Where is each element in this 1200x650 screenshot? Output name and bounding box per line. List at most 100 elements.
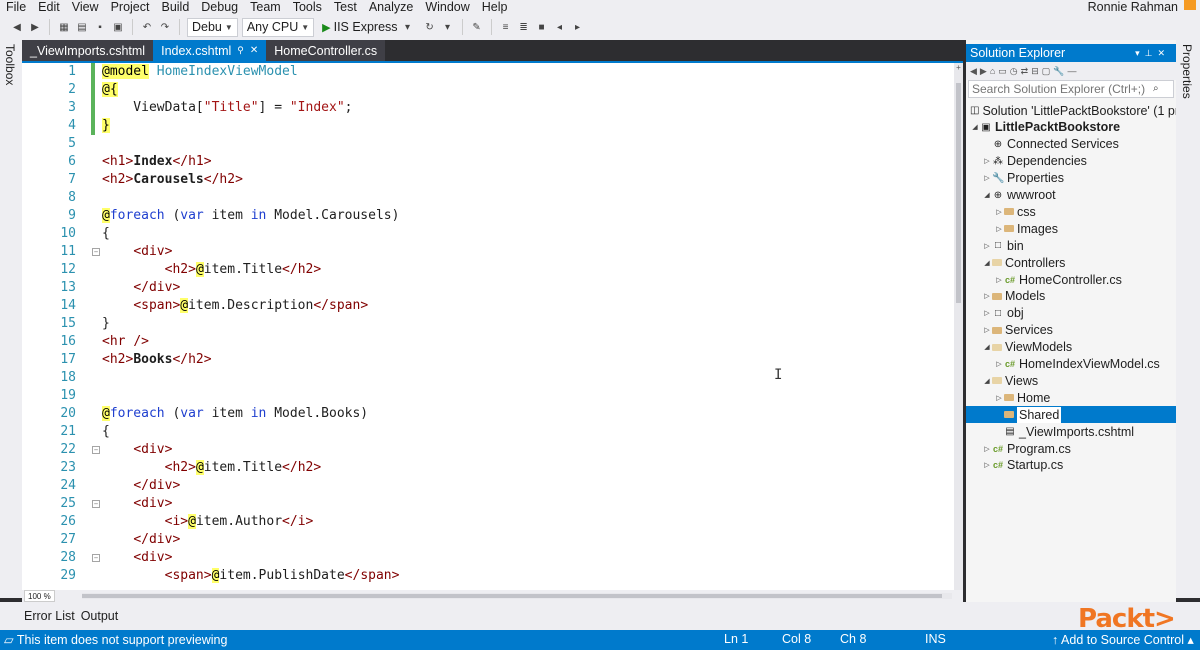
collapse-icon[interactable]: − <box>92 446 100 454</box>
code-line[interactable]: 1 @model HomeIndexViewModel <box>22 63 954 81</box>
tree-item-homecontroller-cs[interactable]: ▷ c# HomeController.cs <box>966 271 1176 288</box>
collapsed-icon[interactable]: ▷ <box>982 445 992 453</box>
solution-explorer-title[interactable]: Solution Explorer ▾⊥✕ <box>966 44 1176 62</box>
show-all-files-icon[interactable]: ▢ <box>1042 66 1051 77</box>
forward-icon[interactable]: ▶ <box>980 66 987 77</box>
code-line[interactable]: 29 <span>@item.PublishDate</span> <box>22 567 954 585</box>
redo-icon[interactable]: ↷ <box>158 20 172 34</box>
menu-analyze[interactable]: Analyze <box>363 0 419 14</box>
tree-item-models[interactable]: ▷ Models <box>966 288 1176 305</box>
home-icon[interactable]: ⌂ <box>990 66 995 76</box>
menu-help[interactable]: Help <box>476 0 514 14</box>
collapsed-icon[interactable]: ▷ <box>994 394 1004 402</box>
collapsed-icon[interactable]: ▷ <box>982 326 992 334</box>
code-line[interactable]: 26 <i>@item.Author</i> <box>22 513 954 531</box>
collapsed-icon[interactable]: ▷ <box>994 276 1004 284</box>
horizontal-scrollbar-thumb[interactable] <box>82 594 942 598</box>
history-icon[interactable]: ◷ <box>1010 66 1018 77</box>
zoom-level-select[interactable]: 100 % <box>24 590 55 602</box>
tree-item-services[interactable]: ▷ Services <box>966 322 1176 339</box>
tree-item-controllers[interactable]: ◢ Controllers <box>966 254 1176 271</box>
chevron-down-icon[interactable]: ▾ <box>441 20 455 34</box>
vertical-scrollbar[interactable] <box>954 63 963 590</box>
tree-item-views[interactable]: ◢ Views <box>966 372 1176 389</box>
collapsed-icon[interactable]: ▷ <box>982 461 992 469</box>
open-file-icon[interactable]: ▤ <box>75 20 89 34</box>
tree-item-obj[interactable]: ▷ □ obj <box>966 305 1176 322</box>
save-all-icon[interactable]: ▣ <box>111 20 125 34</box>
code-line[interactable]: 21 { <box>22 423 954 441</box>
pin-icon[interactable]: ⊥ <box>1145 48 1158 58</box>
code-line[interactable]: 5 <box>22 135 954 153</box>
code-line[interactable]: 13 </div> <box>22 279 954 297</box>
tab-viewimports[interactable]: _ViewImports.cshtml <box>22 40 154 61</box>
code-line[interactable]: 27 </div> <box>22 531 954 549</box>
code-line[interactable]: 4} <box>22 117 954 135</box>
expanded-icon[interactable]: ◢ <box>982 259 992 267</box>
tree-item-dependencies[interactable]: ▷ ⁂ Dependencies <box>966 153 1176 170</box>
forward-icon[interactable]: ▶ <box>28 20 42 34</box>
collapse-icon[interactable]: − <box>92 554 100 562</box>
properties-strip[interactable] <box>1176 40 1200 598</box>
prev-bookmark-icon[interactable]: ◂ <box>553 20 567 34</box>
split-window-icon[interactable]: + <box>954 63 963 72</box>
comment-icon[interactable]: ≡ <box>499 20 513 34</box>
menu-project[interactable]: Project <box>105 0 156 14</box>
collapse-icon[interactable]: − <box>92 500 100 508</box>
collapsed-icon[interactable]: ▷ <box>982 309 992 317</box>
code-editor[interactable]: 1 @model HomeIndexViewModel 2 @{3 ViewData[… <box>22 63 954 590</box>
collapsed-icon[interactable]: ▷ <box>982 157 992 165</box>
code-line[interactable]: 16 <hr /> <box>22 333 954 351</box>
menu-window[interactable]: Window <box>419 0 475 14</box>
expanded-icon[interactable]: ◢ <box>982 343 992 351</box>
tab-index[interactable]: Index.cshtml ⚲ ✕ <box>153 40 267 61</box>
tree-item-solution-littlepacktbookstore-1-pr[interactable]: ◫ Solution 'LittlePacktBookstore' (1 pr <box>966 102 1176 119</box>
code-line[interactable]: 8 <box>22 189 954 207</box>
solution-explorer-search-input[interactable] <box>968 80 1174 98</box>
close-icon[interactable]: ✕ <box>1157 48 1170 58</box>
close-icon[interactable]: ✕ <box>250 45 258 56</box>
add-to-source-control-button[interactable]: ↑ Add to Source Control ▴ <box>1052 632 1194 647</box>
menu-debug[interactable]: Debug <box>195 0 244 14</box>
tree-item-program-cs[interactable]: ▷ c# Program.cs <box>966 440 1176 457</box>
code-line[interactable]: 18 <box>22 369 954 387</box>
code-line[interactable]: 14 <span>@item.Description</span> <box>22 297 954 315</box>
tree-item-startup-cs[interactable]: ▷ c# Startup.cs <box>966 457 1176 474</box>
collapsed-icon[interactable]: ▷ <box>982 292 992 300</box>
back-icon[interactable]: ◀ <box>970 66 977 77</box>
code-line[interactable]: 15} <box>22 315 954 333</box>
tree-item-viewimports-cshtml[interactable]: ▤ _ViewImports.cshtml <box>966 423 1176 440</box>
tree-item-viewmodels[interactable]: ◢ ViewModels <box>966 339 1176 356</box>
code-line[interactable]: 9 @foreach (var item in Model.Carousels) <box>22 207 954 225</box>
refresh-icon[interactable]: ↻ <box>423 20 437 34</box>
solution-configuration-select[interactable]: Debu ▼ <box>187 17 238 37</box>
menu-file[interactable]: File <box>0 0 32 14</box>
menu-team[interactable]: Team <box>244 0 287 14</box>
user-name[interactable]: Ronnie Rahman <box>1088 0 1178 14</box>
code-line[interactable]: 25 − <div> <box>22 495 954 513</box>
code-line[interactable]: 19 <box>22 387 954 405</box>
bookmark-icon[interactable]: ■ <box>535 20 549 34</box>
expanded-icon[interactable]: ◢ <box>982 191 992 199</box>
tab-homecontroller[interactable]: HomeController.cs <box>266 40 386 61</box>
collapsed-icon[interactable]: ▷ <box>994 225 1004 233</box>
new-project-icon[interactable]: ▦ <box>57 20 71 34</box>
menu-build[interactable]: Build <box>155 0 195 14</box>
code-line[interactable]: 2 @{ <box>22 81 954 99</box>
menu-tools[interactable]: Tools <box>287 0 328 14</box>
tree-item-wwwroot[interactable]: ◢ ⊕ wwwroot <box>966 187 1176 204</box>
search-icon[interactable]: ⌕ <box>1153 83 1159 94</box>
collapsed-icon[interactable]: ▷ <box>982 242 992 250</box>
collapsed-icon[interactable]: ▷ <box>994 360 1004 368</box>
horizontal-scrollbar[interactable] <box>82 593 952 599</box>
tree-item-littlepacktbookstore[interactable]: ◢ ▣ LittlePacktBookstore <box>966 119 1176 136</box>
dropdown-icon[interactable]: ▾ <box>1135 48 1145 58</box>
tree-item-css[interactable]: ▷ css <box>966 203 1176 220</box>
undo-icon[interactable]: ↶ <box>140 20 154 34</box>
code-line[interactable]: 11 − <div> <box>22 243 954 261</box>
code-line[interactable]: 22 − <div> <box>22 441 954 459</box>
start-debugging-button[interactable]: ▶ IIS Express ▾ <box>318 20 418 34</box>
pin-icon[interactable]: ⚲ <box>237 45 244 56</box>
tab-error-list[interactable]: Error List <box>24 609 75 623</box>
tree-item-images[interactable]: ▷ Images <box>966 220 1176 237</box>
